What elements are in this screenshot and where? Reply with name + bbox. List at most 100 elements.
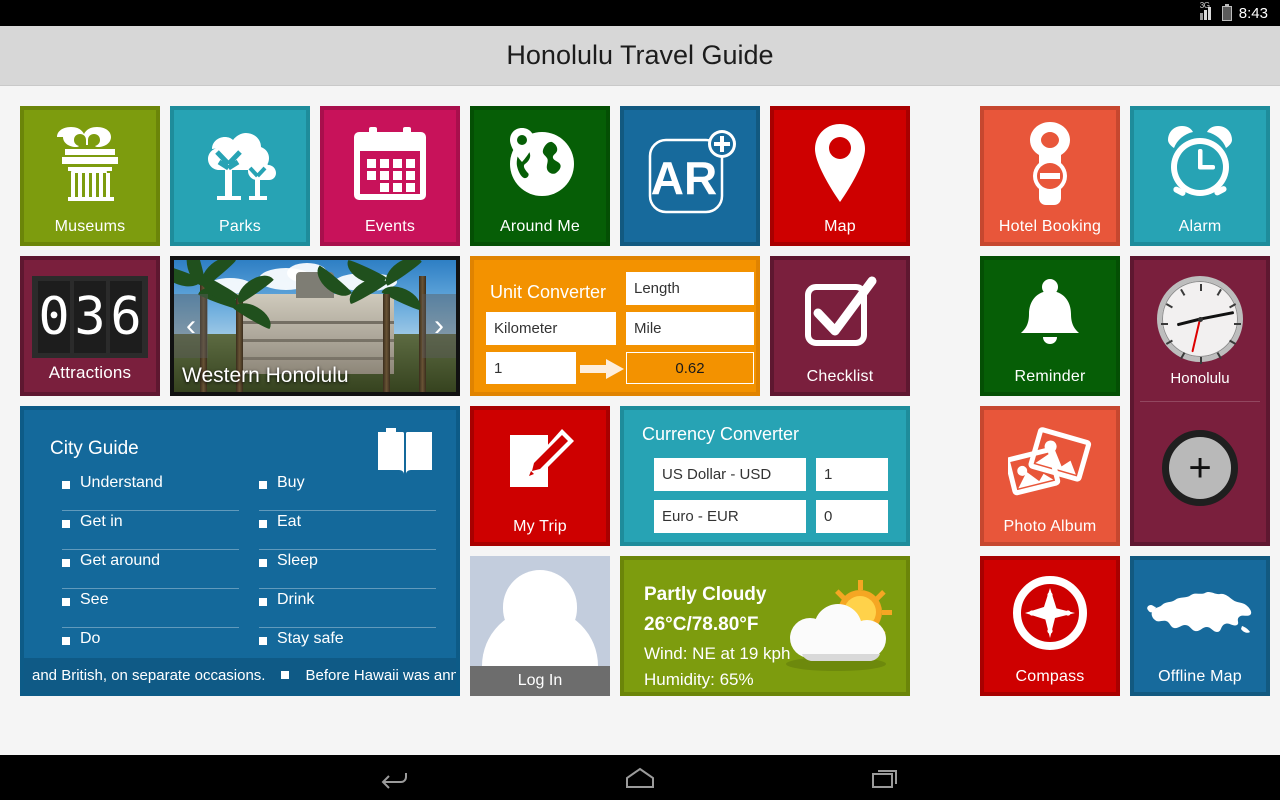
list-item-label: Get around <box>80 552 161 569</box>
tile-reminder[interactable]: Reminder <box>980 256 1120 396</box>
bullet-icon <box>62 559 70 567</box>
list-item-label: Understand <box>80 474 163 491</box>
android-status-bar: 3G 8:43 <box>0 0 1280 26</box>
panel-world-clock: Honolulu + <box>1130 256 1270 546</box>
alarm-clock-icon <box>1134 110 1266 216</box>
tile-checklist[interactable]: Checklist <box>770 256 910 396</box>
tile-ar[interactable]: AR <box>620 106 760 246</box>
globe-pin-icon <box>474 110 606 216</box>
list-item[interactable]: See <box>62 589 239 628</box>
unit-category-field[interactable]: Length <box>626 272 754 305</box>
tile-photo-album[interactable]: Photo Album <box>980 406 1120 546</box>
counter-digit: 3 <box>74 281 106 353</box>
counter-digit: 0 <box>38 281 70 353</box>
arrow-right-icon <box>580 359 624 379</box>
tile-compass[interactable]: Compass <box>980 556 1120 696</box>
list-item-label: Sleep <box>277 552 318 569</box>
attractions-counter: 0 3 6 <box>32 276 148 358</box>
tile-label: Photo Album <box>1003 518 1097 535</box>
tile-events[interactable]: Events <box>320 106 460 246</box>
tile-board: Museums Parks Events Around Me AR Map Ho… <box>0 86 1280 755</box>
tile-featured-photo[interactable]: ‹ › Western Honolulu <box>170 256 460 396</box>
svg-text:AR: AR <box>651 152 717 204</box>
tree-icon <box>174 110 306 216</box>
list-item[interactable]: Eat <box>259 511 436 550</box>
sun-cloud-icon <box>772 576 902 681</box>
ticker-text-left: and British, on separate occasions. <box>32 666 266 684</box>
tile-label: Parks <box>219 218 261 235</box>
compass-icon <box>984 560 1116 666</box>
panel-weather[interactable]: Partly Cloudy 26°C/78.80°F Wind: NE at 1… <box>620 556 910 696</box>
recents-icon[interactable] <box>863 763 909 793</box>
bullet-icon <box>62 637 70 645</box>
add-icon: + <box>1162 430 1238 506</box>
chevron-left-icon[interactable]: ‹ <box>174 294 208 358</box>
tile-label: Alarm <box>1178 218 1222 235</box>
analog-clock-icon[interactable] <box>1134 276 1266 364</box>
chevron-right-icon[interactable]: › <box>422 294 456 358</box>
unit-to-value-output: 0.62 <box>626 352 754 384</box>
tile-label: Offline Map <box>1158 668 1242 685</box>
list-item-label: Do <box>80 630 101 647</box>
currency-to-amount-input[interactable]: 0 <box>816 500 888 533</box>
list-item-label: Get in <box>80 513 123 530</box>
tile-offline-map[interactable]: Offline Map <box>1130 556 1270 696</box>
bullet-icon <box>62 520 70 528</box>
tile-my-trip[interactable]: My Trip <box>470 406 610 546</box>
tile-label: Around Me <box>499 218 581 235</box>
unit-from-field[interactable]: Kilometer <box>486 312 616 345</box>
city-guide-ticker[interactable]: and British, on separate occasions. Befo… <box>24 658 456 692</box>
tile-label: Checklist <box>806 368 874 385</box>
tile-label: Hotel Booking <box>998 218 1102 235</box>
tile-museums[interactable]: Museums <box>20 106 160 246</box>
list-item[interactable]: Get around <box>62 550 239 589</box>
palm-trunk <box>383 294 390 392</box>
panel-city-guide[interactable]: City Guide Understand Get in Get around … <box>20 406 460 696</box>
weather-wind: Wind: NE at 19 kph <box>644 644 791 663</box>
tile-parks[interactable]: Parks <box>170 106 310 246</box>
tile-label: Compass <box>1015 668 1085 685</box>
add-clock-button[interactable]: + <box>1134 430 1266 506</box>
list-item[interactable]: Understand <box>62 472 239 511</box>
unit-to-field[interactable]: Mile <box>626 312 754 345</box>
tile-map[interactable]: Map <box>770 106 910 246</box>
tile-alarm[interactable]: Alarm <box>1130 106 1270 246</box>
ticker-text-right: Before Hawaii was annex <box>305 666 456 684</box>
currency-from-field[interactable]: US Dollar - USD <box>654 458 806 491</box>
bullet-icon <box>259 559 267 567</box>
panel-divider <box>1140 401 1260 402</box>
unit-from-value-input[interactable]: 1 <box>486 352 576 384</box>
list-item[interactable]: Buy <box>259 472 436 511</box>
tile-login[interactable]: Log In <box>470 556 610 696</box>
unit-converter-title: Unit Converter <box>490 282 607 302</box>
photos-icon <box>984 410 1116 516</box>
panel-currency-converter[interactable]: Currency Converter US Dollar - USD 1 Eur… <box>620 406 910 546</box>
tile-around-me[interactable]: Around Me <box>470 106 610 246</box>
list-item-label: Stay safe <box>277 630 344 647</box>
list-item[interactable]: Drink <box>259 589 436 628</box>
list-item[interactable]: Get in <box>62 511 239 550</box>
panel-unit-converter[interactable]: Unit Converter Length Kilometer Mile 1 0… <box>470 256 760 396</box>
login-label: Log In <box>470 666 610 696</box>
door-hanger-icon <box>984 110 1116 216</box>
island-map-icon <box>1134 560 1266 666</box>
city-guide-title: City Guide <box>50 438 139 459</box>
currency-converter-title: Currency Converter <box>642 424 800 444</box>
weather-humidity: Humidity: 65% <box>644 670 754 689</box>
app-title-bar: Honolulu Travel Guide <box>0 26 1280 86</box>
calendar-icon <box>324 110 456 216</box>
tile-label: My Trip <box>513 518 567 535</box>
list-item[interactable]: Sleep <box>259 550 436 589</box>
bullet-icon <box>259 481 267 489</box>
bullet-icon <box>62 481 70 489</box>
currency-to-field[interactable]: Euro - EUR <box>654 500 806 533</box>
map-pin-icon <box>774 110 906 216</box>
tile-label: Attractions <box>48 363 132 382</box>
back-icon[interactable] <box>371 763 417 793</box>
currency-from-amount-input[interactable]: 1 <box>816 458 888 491</box>
page-title: Honolulu Travel Guide <box>506 40 774 70</box>
tile-attractions[interactable]: 0 3 6 Attractions <box>20 256 160 396</box>
tile-hotel-booking[interactable]: Hotel Booking <box>980 106 1120 246</box>
home-icon[interactable] <box>617 763 663 793</box>
checkbox-check-icon <box>774 260 906 366</box>
